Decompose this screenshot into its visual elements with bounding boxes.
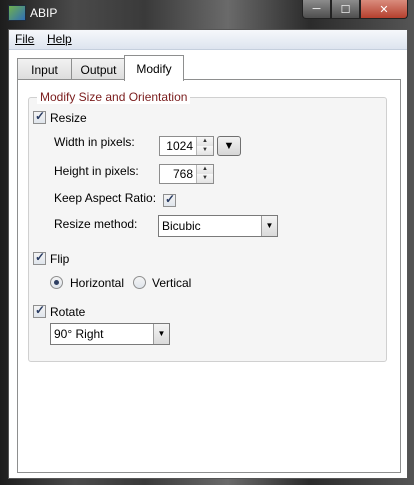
height-stepper-arrows: ▲ ▼	[196, 165, 213, 183]
keep-aspect-checkbox[interactable]: ✓	[163, 192, 176, 207]
tab-output-label: Output	[80, 62, 117, 77]
width-value: 1024	[166, 139, 193, 153]
chevron-down-icon[interactable]: ▼	[197, 174, 213, 183]
flip-vertical-radio[interactable]	[133, 276, 146, 289]
width-preset-button[interactable]: ▼	[217, 136, 241, 156]
height-label: Height in pixels:	[54, 164, 139, 178]
flip-horizontal-radio[interactable]	[50, 276, 63, 289]
menu-help[interactable]: Help	[47, 32, 72, 46]
width-stepper[interactable]: 1024 ▲ ▼	[159, 136, 214, 156]
height-value: 768	[172, 167, 193, 181]
rotate-select[interactable]: 90° Right ▼	[50, 323, 170, 345]
maximize-icon: ☐	[340, 3, 351, 16]
chevron-down-icon: ▼	[153, 324, 169, 344]
keep-aspect-label: Keep Aspect Ratio:	[54, 191, 157, 205]
tab-modify[interactable]: Modify	[124, 55, 184, 81]
window-controls: ─ ☐ ✕	[302, 0, 408, 19]
resize-checkbox[interactable]: ✓	[33, 109, 46, 124]
chevron-down-icon: ▼	[223, 140, 235, 152]
checkmark-icon: ✓	[35, 109, 46, 123]
rotate-checkbox[interactable]: ✓	[33, 303, 46, 318]
group-title: Modify Size and Orientation	[37, 90, 191, 104]
flip-label: Flip	[50, 252, 70, 266]
minimize-button[interactable]: ─	[302, 0, 331, 19]
radio-selected-icon	[54, 280, 59, 285]
client-area: File Help Input Output Modify Modify Siz…	[8, 29, 408, 479]
chevron-down-icon: ▼	[261, 216, 277, 236]
modify-tab-page: Modify Size and Orientation ✓ Resize Wid…	[17, 79, 401, 473]
close-icon: ✕	[379, 3, 389, 16]
rotate-value: 90° Right	[54, 327, 104, 341]
modify-size-group: Modify Size and Orientation ✓ Resize Wid…	[28, 90, 387, 362]
flip-vertical-label: Vertical	[152, 276, 192, 290]
window-title: ABIP	[30, 6, 58, 20]
minimize-icon: ─	[312, 3, 321, 15]
flip-checkbox[interactable]: ✓	[33, 250, 46, 265]
rotate-label: Rotate	[50, 305, 86, 319]
height-stepper[interactable]: 768 ▲ ▼	[159, 164, 214, 184]
resize-method-label: Resize method:	[54, 217, 138, 231]
tab-input-label: Input	[31, 62, 58, 77]
width-label: Width in pixels:	[54, 135, 135, 149]
tab-input[interactable]: Input	[17, 58, 72, 80]
resize-method-select[interactable]: Bicubic ▼	[158, 215, 278, 237]
menu-file[interactable]: File	[15, 32, 34, 46]
app-icon	[8, 5, 26, 21]
close-button[interactable]: ✕	[360, 0, 408, 19]
checkmark-icon: ✓	[35, 303, 46, 317]
resize-method-value: Bicubic	[162, 219, 201, 233]
checkmark-icon: ✓	[35, 250, 46, 264]
resize-label: Resize	[50, 111, 87, 125]
flip-horizontal-label: Horizontal	[70, 276, 125, 290]
title-bar[interactable]: ABIP ─ ☐ ✕	[0, 0, 414, 26]
window-frame: ABIP ─ ☐ ✕ File Help Input Output Modify…	[0, 0, 414, 485]
tab-output[interactable]: Output	[71, 58, 126, 80]
width-stepper-arrows: ▲ ▼	[196, 137, 213, 155]
menu-bar: File Help	[9, 30, 407, 50]
tab-modify-label: Modify	[136, 61, 172, 76]
maximize-button[interactable]: ☐	[331, 0, 360, 19]
checkmark-icon: ✓	[165, 192, 176, 206]
chevron-down-icon[interactable]: ▼	[197, 146, 213, 155]
